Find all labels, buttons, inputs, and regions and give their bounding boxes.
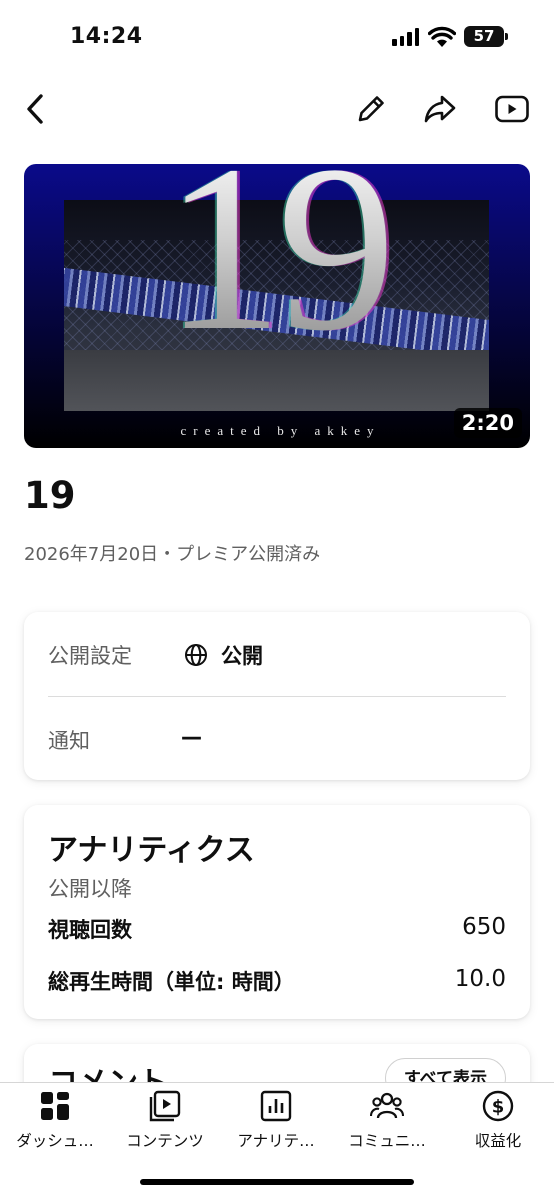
watch-time-value: 10.0 [454,966,506,992]
bottom-nav: ダッシュ… コンテンツ アナリテ… コミュニ… $ 収益化 [0,1082,554,1199]
notification-row[interactable]: 通知 — [24,697,530,780]
duration-badge: 2:20 [453,408,522,438]
notification-value: — [181,725,202,749]
nav-dashboard[interactable]: ダッシュ… [0,1083,110,1163]
nav-label: ダッシュ… [16,1132,94,1150]
video-details-page: 19 created by akkey 2:20 19 2026年7月20日・プ… [0,148,554,1082]
battery-icon: 57 [464,26,508,47]
visibility-label: 公開設定 [48,644,132,668]
video-title: 19 [24,474,76,517]
nav-analytics[interactable]: アナリテ… [221,1083,331,1163]
nav-label: コミュニ… [348,1132,426,1150]
nav-label: 収益化 [474,1132,522,1150]
community-icon [370,1092,404,1119]
earn-icon: $ [482,1090,514,1122]
watch-time-label: 総再生時間（単位: 時間） [48,970,295,994]
home-indicator [140,1179,414,1185]
analytics-subtitle: 公開以降 [48,877,132,901]
svg-text:$: $ [492,1097,505,1118]
analytics-title: アナリティクス [48,833,255,868]
nav-earn[interactable]: $ 収益化 [443,1083,553,1163]
settings-card: 公開設定 公開 通知 — [24,612,530,780]
youtube-open-icon[interactable] [494,94,530,124]
top-app-bar [0,70,554,148]
video-thumbnail[interactable]: 19 created by akkey 2:20 [24,164,530,448]
video-meta: 2026年7月20日・プレミア公開済み [24,544,321,565]
nav-label: コンテンツ [126,1132,204,1150]
views-label: 視聴回数 [48,918,132,942]
wifi-icon [428,26,456,47]
analytics-icon [260,1090,292,1122]
show-all-comments-button[interactable]: すべて表示 [384,1058,506,1082]
visibility-row[interactable]: 公開設定 公開 [24,612,530,696]
views-value: 650 [462,914,506,940]
visibility-value: 公開 [221,644,263,668]
globe-icon [185,644,207,666]
nav-label: アナリテ… [237,1132,315,1150]
status-time: 14:24 [70,24,143,49]
notification-label: 通知 [48,729,90,753]
status-bar: 14:24 57 [0,0,554,70]
back-arrow-icon[interactable] [22,92,48,126]
content-icon [149,1090,181,1122]
nav-content[interactable]: コンテンツ [110,1083,220,1163]
comments-title: コメント [48,1058,168,1082]
nav-community[interactable]: コミュニ… [332,1083,442,1163]
comments-card: コメント すべて表示 [24,1044,530,1082]
edit-pencil-icon[interactable] [354,92,388,126]
thumbnail-number: 19 [24,164,530,368]
share-icon[interactable] [422,92,458,126]
analytics-card[interactable]: アナリティクス 公開以降 視聴回数 650 総再生時間（単位: 時間） 10.0 [24,805,530,1019]
cellular-signal-icon [392,28,419,46]
dashboard-icon [41,1092,69,1120]
